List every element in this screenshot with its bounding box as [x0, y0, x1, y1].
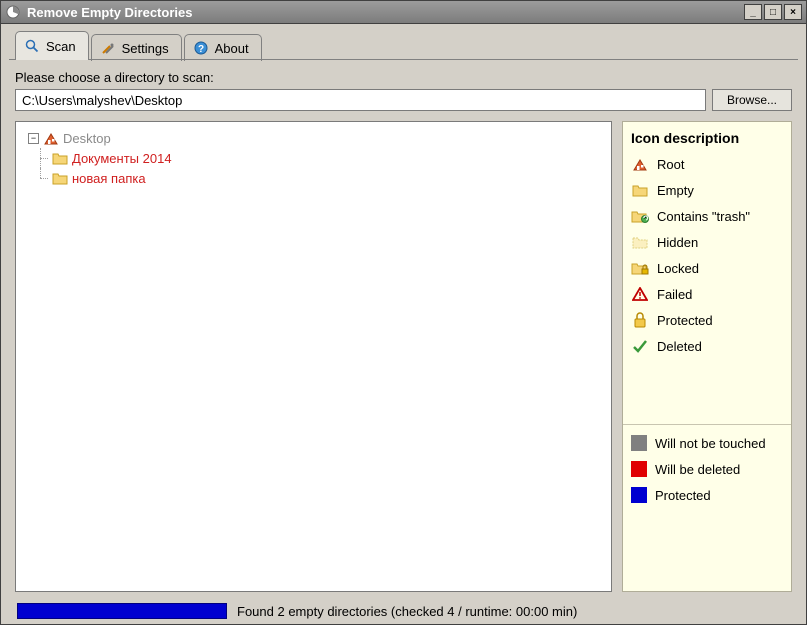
tree-root-row[interactable]: − Desktop: [20, 128, 607, 148]
tab-settings-label: Settings: [122, 41, 169, 56]
legend-label: Locked: [657, 261, 699, 276]
swatch-red: [631, 461, 647, 477]
legend-label: Failed: [657, 287, 692, 302]
svg-text:?: ?: [198, 44, 204, 55]
folder-trash-icon: [631, 208, 649, 224]
status-bar: Found 2 empty directories (checked 4 / r…: [15, 602, 792, 624]
color-legend-label: Will be deleted: [655, 462, 740, 477]
legend-label: Deleted: [657, 339, 702, 354]
failed-icon: [631, 286, 649, 302]
tree-child-row[interactable]: Документы 2014: [20, 148, 607, 168]
titlebar: Remove Empty Directories _ □ ×: [0, 0, 807, 24]
help-icon: ?: [193, 40, 209, 56]
tree-child-label: Документы 2014: [72, 151, 172, 166]
swatch-blue: [631, 487, 647, 503]
folder-icon: [52, 170, 68, 186]
close-button[interactable]: ×: [784, 4, 802, 20]
window-controls: _ □ ×: [744, 4, 802, 20]
legend-label: Empty: [657, 183, 694, 198]
tree-child-label: новая папка: [72, 171, 146, 186]
deleted-icon: [631, 338, 649, 354]
legend-label: Protected: [657, 313, 713, 328]
minimize-button[interactable]: _: [744, 4, 762, 20]
root-icon: [43, 130, 59, 146]
legend-item: Root: [631, 156, 783, 172]
legend-item: Locked: [631, 260, 783, 276]
color-legend-item: Protected: [631, 487, 783, 503]
folder-locked-icon: [631, 260, 649, 276]
app-icon: [5, 4, 21, 20]
legend-item: Protected: [631, 312, 783, 328]
protected-icon: [631, 312, 649, 328]
legend-title: Icon description: [631, 130, 783, 146]
search-icon: [24, 38, 40, 54]
tools-icon: [100, 40, 116, 56]
color-legend-item: Will be deleted: [631, 461, 783, 477]
legend-label: Root: [657, 157, 684, 172]
legend-item: Hidden: [631, 234, 783, 250]
legend-label: Hidden: [657, 235, 698, 250]
tab-scan[interactable]: Scan: [15, 31, 89, 60]
color-legend-label: Protected: [655, 488, 711, 503]
tab-scan-label: Scan: [46, 39, 76, 54]
folder-icon: [631, 182, 649, 198]
tree-root-label: Desktop: [63, 131, 111, 146]
legend-label: Contains "trash": [657, 209, 750, 224]
folder-icon: [52, 150, 68, 166]
legend-item: Empty: [631, 182, 783, 198]
swatch-gray: [631, 435, 647, 451]
legend-pane: Icon description Root Empty: [622, 121, 792, 592]
maximize-button[interactable]: □: [764, 4, 782, 20]
window-title: Remove Empty Directories: [27, 5, 744, 20]
tree-child-row[interactable]: новая папка: [20, 168, 607, 188]
legend-item: Contains "trash": [631, 208, 783, 224]
root-icon: [631, 156, 649, 172]
legend-item: Failed: [631, 286, 783, 302]
progress-bar: [17, 603, 227, 619]
directory-path-input[interactable]: [15, 89, 706, 111]
color-legend-item: Will not be touched: [631, 435, 783, 451]
tab-bar: Scan Settings ? About: [9, 30, 798, 60]
browse-button[interactable]: Browse...: [712, 89, 792, 111]
color-legend-label: Will not be touched: [655, 436, 766, 451]
legend-item: Deleted: [631, 338, 783, 354]
folder-hidden-icon: [631, 234, 649, 250]
tab-about-label: About: [215, 41, 249, 56]
directory-prompt: Please choose a directory to scan:: [15, 70, 792, 85]
directory-tree[interactable]: − Desktop: [15, 121, 612, 592]
expand-toggle[interactable]: −: [28, 133, 39, 144]
tab-settings[interactable]: Settings: [91, 34, 182, 61]
status-text: Found 2 empty directories (checked 4 / r…: [237, 604, 577, 619]
tab-about[interactable]: ? About: [184, 34, 262, 61]
